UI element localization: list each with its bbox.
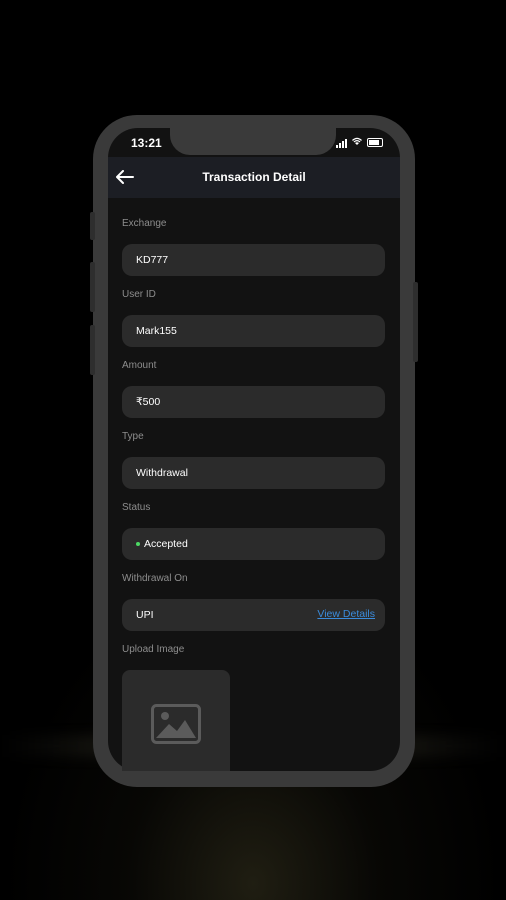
phone-notch [170, 125, 336, 155]
status-label: Status [122, 502, 151, 513]
signal-icon [336, 138, 347, 148]
status-icons [336, 136, 383, 149]
amount-label: Amount [122, 360, 157, 371]
withdrawal-on-field: UPI View Details [122, 599, 385, 631]
user-id-label: User ID [122, 289, 156, 300]
exchange-field: KD777 [122, 244, 385, 276]
amount-value: ₹500 [136, 396, 161, 408]
status-dot-icon [136, 542, 140, 547]
phone-side-button [90, 325, 95, 375]
type-label: Type [122, 431, 144, 442]
upload-image-label: Upload Image [122, 644, 185, 655]
status-field: Accepted [122, 528, 385, 560]
type-value: Withdrawal [136, 467, 188, 479]
status-value-wrap: Accepted [136, 538, 188, 550]
withdrawal-on-label: Withdrawal On [122, 573, 188, 584]
user-id-field: Mark155 [122, 315, 385, 347]
battery-icon [367, 138, 383, 147]
withdrawal-on-value: UPI [136, 609, 154, 621]
phone-side-button [90, 212, 95, 240]
page-title: Transaction Detail [202, 170, 306, 184]
exchange-value: KD777 [136, 254, 169, 266]
status-value: Accepted [144, 538, 188, 550]
exchange-label: Exchange [122, 218, 167, 229]
type-field: Withdrawal [122, 457, 385, 489]
phone-side-button [413, 282, 418, 362]
status-time: 13:21 [131, 136, 162, 150]
amount-field: ₹500 [122, 386, 385, 418]
user-id-value: Mark155 [136, 325, 177, 337]
wifi-icon [351, 136, 363, 149]
view-details-link[interactable]: View Details [317, 608, 375, 620]
image-placeholder-icon [151, 704, 201, 744]
phone-side-button [90, 262, 95, 312]
